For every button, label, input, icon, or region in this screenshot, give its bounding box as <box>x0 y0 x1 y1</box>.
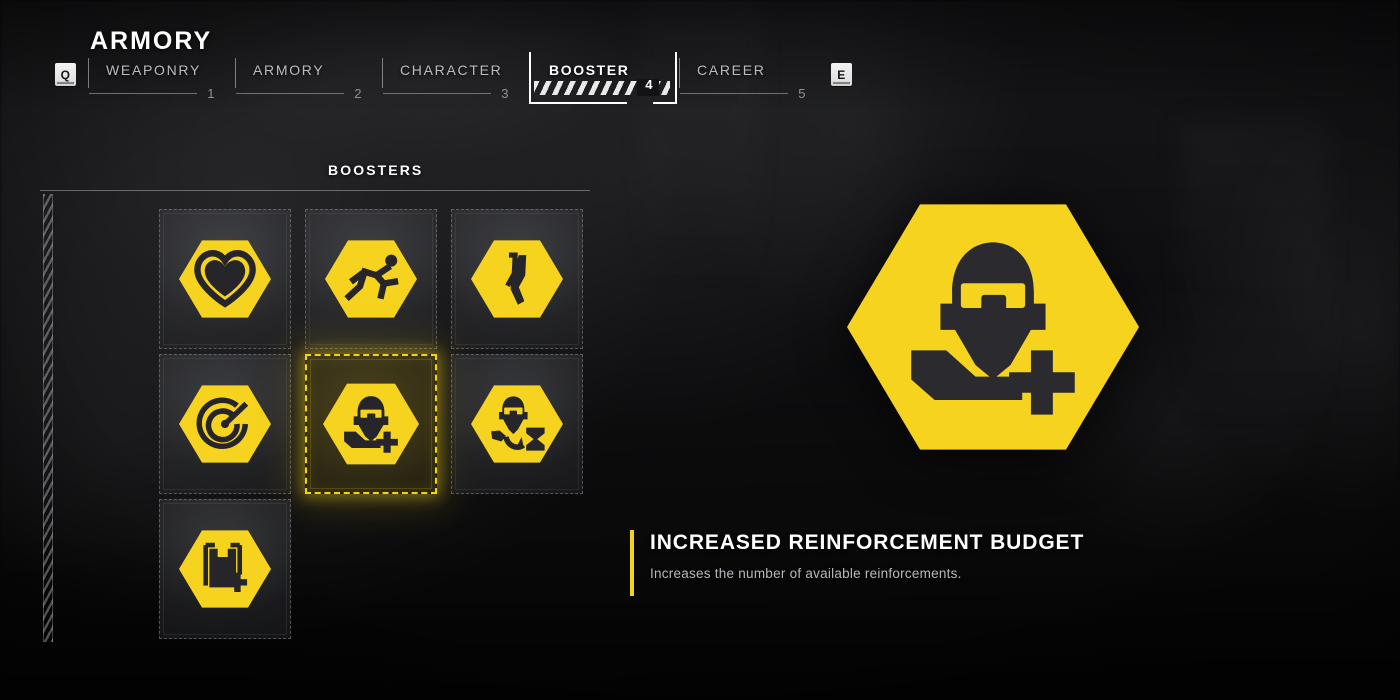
booster-cell-supply-crate[interactable] <box>159 499 291 639</box>
tab-weaponry[interactable]: WEAPONRY 1 <box>88 56 235 104</box>
runner-icon <box>325 238 417 320</box>
tab-booster[interactable]: BOOSTER 4 <box>529 52 679 104</box>
reinforcement-timer-icon <box>471 383 563 465</box>
page-title: ARMORY <box>90 27 213 55</box>
tab-label: ARMORY <box>253 62 325 78</box>
tab-number: 3 <box>501 86 509 101</box>
booster-cell-reinforcement-budget[interactable] <box>305 354 437 494</box>
background-light-streak <box>1180 120 1330 440</box>
tab-number: 1 <box>207 86 215 101</box>
booster-cell-reinforcement-timer[interactable] <box>451 354 583 494</box>
booster-info: INCREASED REINFORCEMENT BUDGET Increases… <box>630 530 1150 596</box>
booster-cell-runner[interactable] <box>305 209 437 349</box>
tab-label: CAREER <box>697 62 766 78</box>
tab-label: WEAPONRY <box>106 62 202 78</box>
tab-label: BOOSTER <box>549 62 630 78</box>
booster-cell-limb[interactable] <box>451 209 583 349</box>
supply-crate-plus-icon <box>179 528 271 610</box>
reinforcement-plus-icon <box>323 381 419 467</box>
booster-preview-icon <box>847 196 1139 458</box>
panel-hatch-edge <box>43 194 53 642</box>
armory-booster-screen: ARMORY Q E WEAPONRY 1 ARMORY 2 CHARACTER… <box>0 0 1400 700</box>
booster-cell-heart[interactable] <box>159 209 291 349</box>
tab-label: CHARACTER <box>400 62 503 78</box>
booster-description: Increases the number of available reinfo… <box>650 566 962 582</box>
info-accent-bar <box>630 530 634 596</box>
panel-top-rule <box>40 190 590 191</box>
radar-icon <box>179 383 271 465</box>
keyhint-q[interactable]: Q <box>55 63 76 86</box>
tab-number: 2 <box>354 86 362 101</box>
tab-career[interactable]: CAREER 5 <box>679 56 826 104</box>
panel-heading: BOOSTERS <box>328 162 424 178</box>
background-light-streak <box>640 0 760 300</box>
heart-icon <box>179 238 271 320</box>
tab-armory[interactable]: ARMORY 2 <box>235 56 382 104</box>
tab-character[interactable]: CHARACTER 3 <box>382 56 529 104</box>
active-tab-frame <box>529 52 677 104</box>
leg-limb-icon <box>471 238 563 320</box>
booster-title: INCREASED REINFORCEMENT BUDGET <box>650 531 1085 554</box>
tab-number: 4 <box>645 77 653 92</box>
tab-number: 5 <box>798 86 806 101</box>
tab-bar: WEAPONRY 1 ARMORY 2 CHARACTER 3 BOOSTER … <box>88 52 826 104</box>
booster-grid <box>159 209 591 644</box>
booster-cell-radar[interactable] <box>159 354 291 494</box>
keyhint-e[interactable]: E <box>831 63 852 86</box>
